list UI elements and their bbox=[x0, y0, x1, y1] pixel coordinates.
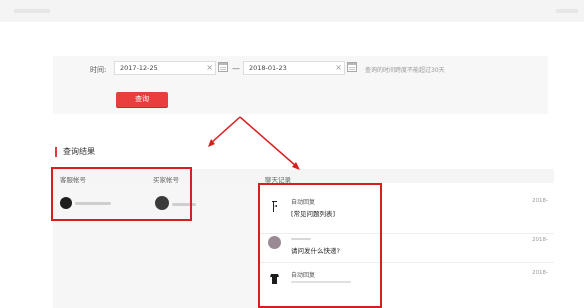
arrow-right bbox=[239, 116, 297, 167]
annotation-arrows bbox=[208, 116, 300, 170]
arrow-left bbox=[210, 116, 241, 144]
